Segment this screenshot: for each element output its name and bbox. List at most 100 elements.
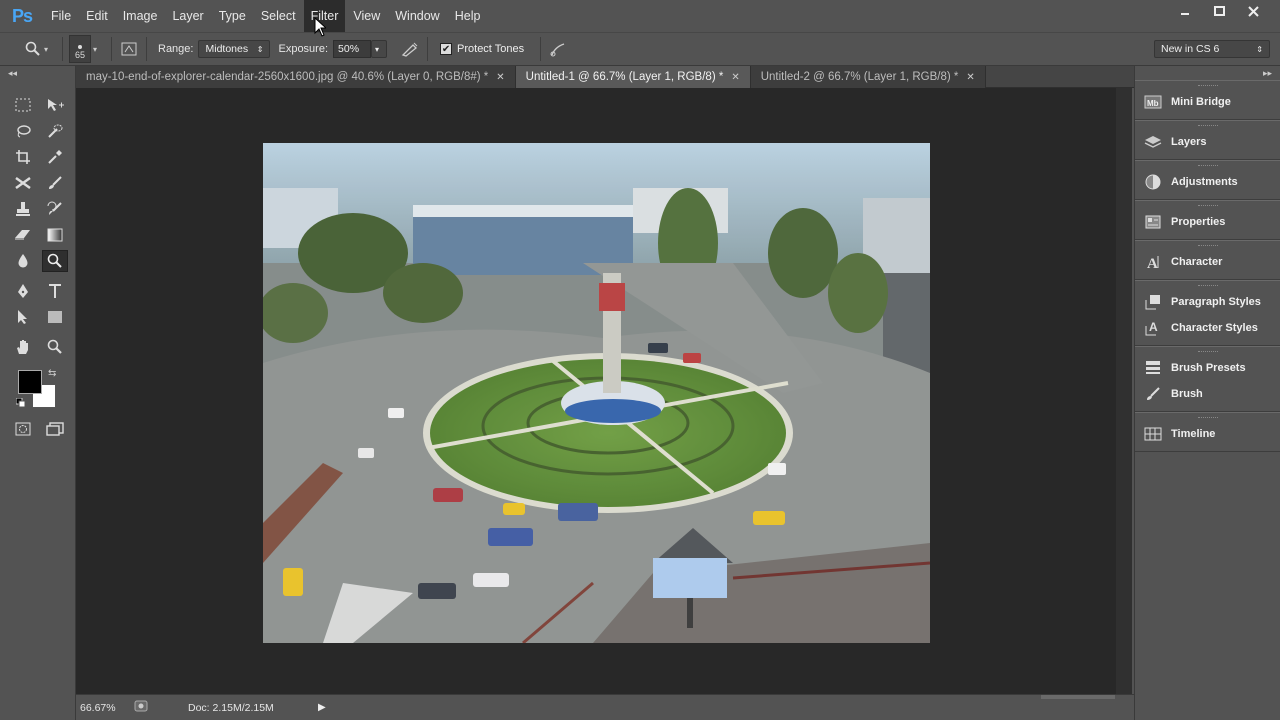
- panel-character-styles[interactable]: A Character Styles: [1135, 315, 1280, 341]
- menu-select[interactable]: Select: [254, 0, 303, 32]
- menu-layer[interactable]: Layer: [165, 0, 210, 32]
- tool-preset-dropdown-icon[interactable]: ▾: [44, 45, 56, 54]
- blur-tool-icon[interactable]: [10, 250, 36, 272]
- menu-edit[interactable]: Edit: [79, 0, 115, 32]
- mouse-pointer-icon: [314, 16, 328, 40]
- dodge-tool-icon[interactable]: [42, 250, 68, 272]
- menu-bar: Ps File Edit Image Layer Type Select Fil…: [0, 0, 1280, 32]
- tools-panel: ◂◂ ⇆: [0, 66, 76, 720]
- menu-type[interactable]: Type: [212, 0, 253, 32]
- exposure-input[interactable]: 50%: [333, 40, 372, 58]
- type-tool-icon[interactable]: [42, 280, 68, 302]
- vertical-scrollbar[interactable]: [1116, 88, 1132, 694]
- range-select[interactable]: Midtones ⇕: [198, 40, 271, 58]
- exposure-slider-dropdown[interactable]: ▾: [371, 40, 388, 58]
- document-canvas-area[interactable]: [76, 88, 1116, 694]
- brush-size-value: 65: [74, 50, 85, 60]
- tab-document-3[interactable]: Untitled-2 @ 66.7% (Layer 1, RGB/8) * ✕: [750, 66, 986, 88]
- menu-window[interactable]: Window: [388, 0, 446, 32]
- menu-view[interactable]: View: [346, 0, 387, 32]
- default-colors-icon[interactable]: [15, 397, 26, 411]
- separator: [62, 37, 63, 61]
- panel-timeline[interactable]: Timeline: [1135, 421, 1280, 447]
- roundabout-photo: [263, 143, 930, 643]
- panel-group: Brush Presets Brush: [1135, 346, 1280, 412]
- hand-tool-icon[interactable]: [10, 336, 36, 358]
- panel-adjustments[interactable]: Adjustments: [1135, 169, 1280, 195]
- history-brush-tool-icon[interactable]: [42, 198, 68, 220]
- quick-mask-icon[interactable]: [10, 418, 36, 440]
- zoom-tool-icon[interactable]: [42, 336, 68, 358]
- clone-stamp-tool-icon[interactable]: [10, 198, 36, 220]
- pressure-size-icon[interactable]: [547, 38, 569, 60]
- protect-tones-toggle[interactable]: ✔ Protect Tones: [440, 43, 524, 55]
- paragraph-styles-icon: [1143, 293, 1163, 311]
- panel-group: Paragraph Styles A Character Styles: [1135, 280, 1280, 346]
- proof-setup-icon[interactable]: [134, 700, 148, 715]
- close-tab-icon[interactable]: ✕: [966, 72, 974, 83]
- gradient-tool-icon[interactable]: [42, 224, 68, 246]
- collapse-panels-icon[interactable]: ▸▸: [1135, 66, 1280, 80]
- right-panel-dock: ▸▸ Mb Mini Bridge Layers Adjustments Pro…: [1134, 66, 1280, 720]
- eyedropper-tool-icon[interactable]: [42, 146, 68, 168]
- workspace-select[interactable]: New in CS 6 ⇕: [1154, 40, 1270, 58]
- separator: [540, 37, 542, 61]
- brush-panel-toggle-icon[interactable]: [118, 38, 140, 60]
- crop-tool-icon[interactable]: [10, 146, 36, 168]
- close-tab-icon[interactable]: ✕: [731, 72, 739, 83]
- horizontal-scrollbar-thumb[interactable]: [1041, 695, 1115, 699]
- menu-file[interactable]: File: [44, 0, 78, 32]
- foreground-color-swatch-front[interactable]: [18, 370, 42, 394]
- eraser-tool-icon[interactable]: [10, 224, 36, 246]
- minimize-icon[interactable]: [1170, 0, 1200, 22]
- brush-tool-icon[interactable]: [42, 172, 68, 194]
- panel-brush-presets[interactable]: Brush Presets: [1135, 355, 1280, 381]
- panel-group: Timeline: [1135, 412, 1280, 452]
- tab-document-1[interactable]: may-10-end-of-explorer-calendar-2560x160…: [76, 66, 516, 88]
- brush-dropdown-icon[interactable]: ▾: [93, 45, 105, 54]
- panel-character[interactable]: A Character: [1135, 249, 1280, 275]
- panel-label: Mini Bridge: [1171, 96, 1231, 108]
- menu-help[interactable]: Help: [448, 0, 488, 32]
- maximize-icon[interactable]: [1204, 0, 1234, 22]
- rectangular-marquee-tool-icon[interactable]: [10, 94, 36, 116]
- collapse-toolbar-icon[interactable]: ◂◂: [0, 66, 75, 80]
- panel-label: Brush Presets: [1171, 362, 1246, 374]
- properties-icon: [1143, 213, 1163, 231]
- lasso-tool-icon[interactable]: [10, 120, 36, 142]
- status-menu-arrow-icon[interactable]: ▶: [318, 702, 326, 713]
- separator: [427, 37, 429, 61]
- dodge-tool-preset-icon[interactable]: [22, 38, 44, 60]
- svg-text:A: A: [1147, 256, 1158, 270]
- range-label: Range:: [158, 43, 194, 55]
- panel-paragraph-styles[interactable]: Paragraph Styles: [1135, 289, 1280, 315]
- spot-healing-brush-tool-icon[interactable]: [10, 172, 36, 194]
- panel-brush[interactable]: Brush: [1135, 381, 1280, 407]
- quick-selection-tool-icon[interactable]: [42, 120, 68, 142]
- pen-tool-icon[interactable]: [10, 280, 36, 302]
- layers-icon: [1143, 133, 1163, 151]
- brush-size-picker[interactable]: 65: [69, 35, 91, 63]
- tab-document-2[interactable]: Untitled-1 @ 66.7% (Layer 1, RGB/8) * ✕: [515, 66, 751, 88]
- path-selection-tool-icon[interactable]: [10, 306, 36, 328]
- zoom-level[interactable]: 66.67%: [76, 702, 126, 714]
- protect-tones-checkbox[interactable]: ✔: [440, 43, 453, 55]
- close-tab-icon[interactable]: ✕: [496, 72, 504, 83]
- rectangle-tool-icon[interactable]: [42, 306, 68, 328]
- swap-colors-icon[interactable]: ⇆: [48, 368, 56, 379]
- timeline-icon: [1143, 425, 1163, 443]
- options-bar: ▾ 65 ▾ Range: Midtones ⇕ Exposure: 50% ▾…: [0, 32, 1280, 66]
- close-icon[interactable]: [1238, 0, 1268, 22]
- airbrush-icon[interactable]: [399, 38, 421, 60]
- panel-layers[interactable]: Layers: [1135, 129, 1280, 155]
- screen-mode-icon[interactable]: [42, 418, 68, 440]
- move-tool-icon[interactable]: [42, 94, 68, 116]
- panel-mini-bridge[interactable]: Mb Mini Bridge: [1135, 89, 1280, 115]
- panel-properties[interactable]: Properties: [1135, 209, 1280, 235]
- document-image[interactable]: [263, 143, 930, 643]
- panel-group: Adjustments: [1135, 160, 1280, 200]
- photoshop-logo: Ps: [11, 5, 33, 26]
- exposure-label: Exposure:: [278, 43, 329, 55]
- panel-label: Timeline: [1171, 428, 1216, 440]
- menu-image[interactable]: Image: [116, 0, 165, 32]
